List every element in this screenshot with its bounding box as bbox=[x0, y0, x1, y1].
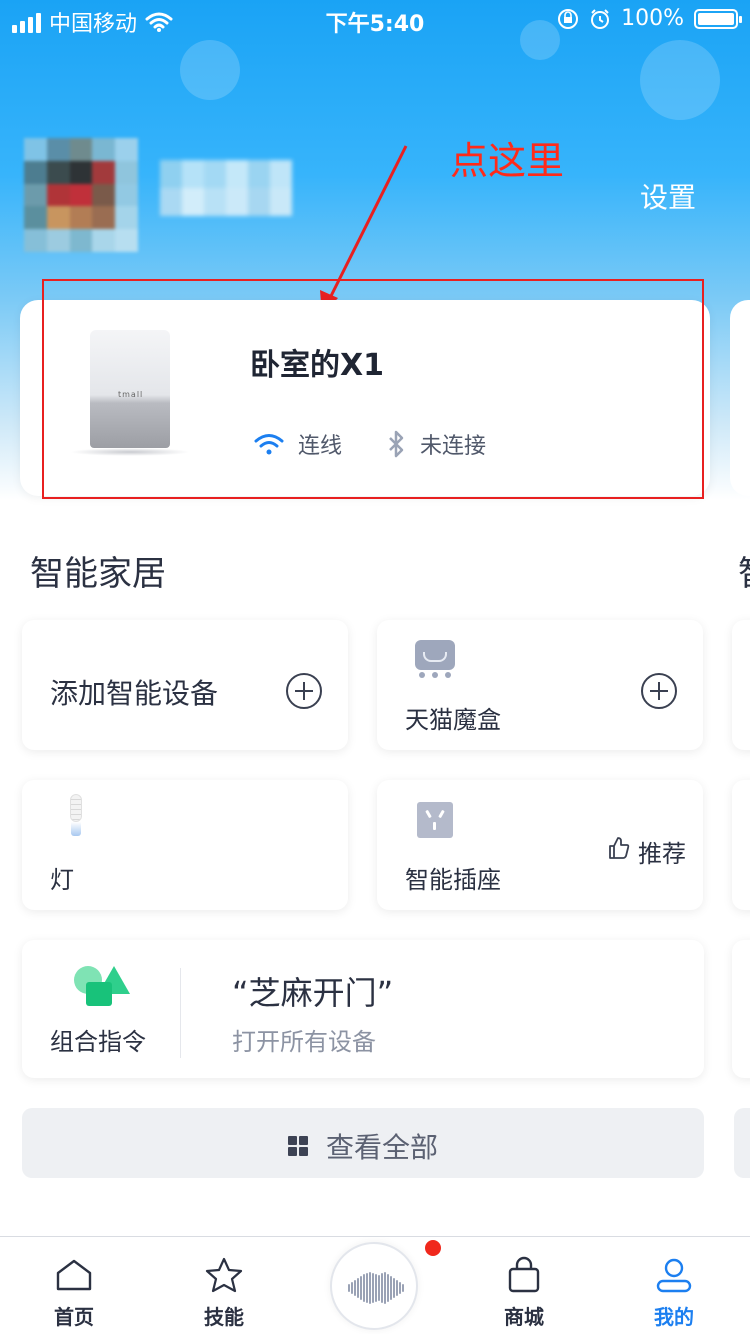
next-device-card[interactable] bbox=[730, 300, 750, 496]
voice-assistant-button[interactable] bbox=[330, 1242, 418, 1330]
bokeh-light bbox=[180, 40, 240, 100]
annotation-text: 点这里 bbox=[450, 139, 565, 183]
recommend-label[interactable]: 推荐 bbox=[638, 834, 686, 869]
light-bulb-icon bbox=[66, 794, 86, 840]
status-right: 100% bbox=[557, 6, 742, 31]
shopping-bag-icon bbox=[508, 1256, 540, 1293]
socket-icon bbox=[417, 802, 453, 838]
battery-percent: 100% bbox=[621, 6, 684, 31]
next-tile[interactable] bbox=[732, 620, 750, 750]
section-title-smart-home: 智能家居 bbox=[30, 554, 166, 594]
screen: 中国移动 下午5:40 100% 设置 点这里 tmall 卧室的X1 连线 未… bbox=[0, 0, 750, 1334]
tmall-box-icon bbox=[415, 640, 455, 682]
rotation-lock-icon bbox=[558, 8, 579, 29]
divider bbox=[180, 968, 181, 1058]
thumbs-up-icon bbox=[609, 837, 630, 859]
tmall-box-plus-icon[interactable] bbox=[641, 673, 677, 709]
tab-label-home: 首页 bbox=[54, 1305, 94, 1329]
next-tile[interactable] bbox=[732, 940, 750, 1078]
view-all-button[interactable]: 查看全部 bbox=[22, 1108, 704, 1178]
light-label: 灯 bbox=[50, 866, 74, 894]
bokeh-light bbox=[640, 40, 720, 120]
smart-socket-label: 智能插座 bbox=[405, 866, 501, 894]
next-view-all-button[interactable] bbox=[734, 1108, 750, 1178]
tab-home[interactable]: 首页 bbox=[24, 1237, 124, 1334]
next-tile[interactable] bbox=[732, 780, 750, 910]
user-name-pixelated[interactable] bbox=[160, 160, 292, 216]
combo-shapes-icon bbox=[74, 966, 130, 1006]
battery-fill bbox=[698, 12, 734, 25]
combo-label: 组合指令 bbox=[50, 1028, 146, 1056]
tab-mine[interactable]: 我的 bbox=[624, 1237, 724, 1334]
voice-wave-icon bbox=[348, 1272, 404, 1304]
notification-dot bbox=[425, 1240, 441, 1256]
user-icon bbox=[656, 1258, 692, 1293]
tab-store[interactable]: 商城 bbox=[474, 1237, 574, 1334]
home-icon bbox=[56, 1259, 92, 1291]
combo-command-name: “芝麻开门” bbox=[232, 974, 394, 1012]
annotation-highlight-box bbox=[42, 279, 704, 499]
alarm-icon bbox=[591, 8, 610, 29]
settings-link[interactable]: 设置 bbox=[640, 176, 696, 216]
avatar[interactable] bbox=[24, 138, 138, 252]
tab-skills[interactable]: 技能 bbox=[174, 1237, 274, 1334]
tab-label-mine: 我的 bbox=[654, 1305, 694, 1329]
tab-label-skills: 技能 bbox=[204, 1305, 244, 1329]
add-device-label: 添加智能设备 bbox=[50, 677, 219, 710]
combo-command-description: 打开所有设备 bbox=[232, 1028, 376, 1056]
add-device-plus-icon[interactable] bbox=[286, 673, 322, 709]
battery-icon bbox=[694, 8, 742, 29]
star-icon bbox=[205, 1257, 243, 1293]
grid-icon bbox=[287, 1136, 308, 1156]
view-all-label: 查看全部 bbox=[325, 1131, 438, 1164]
tab-label-store: 商城 bbox=[504, 1305, 544, 1329]
status-bar: 中国移动 下午5:40 100% bbox=[0, 0, 750, 40]
next-section-title: 智 bbox=[738, 546, 750, 595]
tmall-box-label: 天猫魔盒 bbox=[405, 706, 501, 734]
